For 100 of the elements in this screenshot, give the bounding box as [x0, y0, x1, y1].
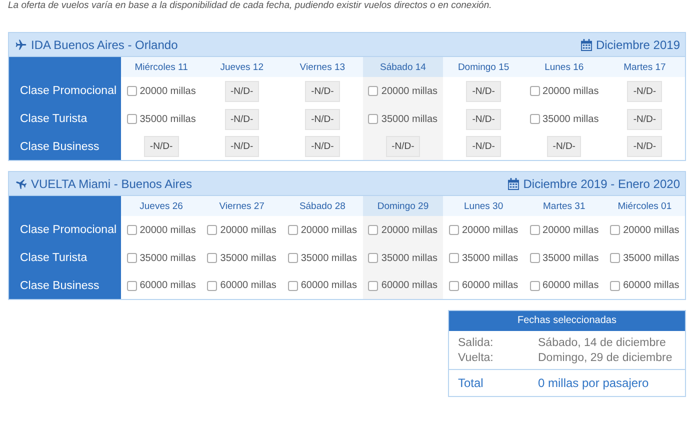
checkbox[interactable]: [448, 280, 459, 290]
checkbox[interactable]: [288, 253, 298, 263]
day-header[interactable]: Lunes 30: [443, 196, 524, 216]
checkbox[interactable]: [368, 114, 378, 124]
miles-label: 35000 millas: [300, 252, 357, 264]
miles-label: 35000 millas: [623, 252, 680, 264]
not-available-badge: -N/D-: [305, 80, 340, 102]
checkbox[interactable]: [368, 225, 378, 235]
date-range: Diciembre 2019 - Enero 2020: [523, 176, 680, 190]
calendar-icon: [508, 178, 520, 190]
miles-label: 35000 millas: [542, 114, 599, 124]
checkbox[interactable]: [610, 225, 620, 235]
miles-label: 20000 millas: [140, 224, 196, 236]
checkbox[interactable]: [448, 225, 459, 235]
miles-label: 35000 millas: [140, 252, 196, 264]
fare-class-label: Clase Promocional: [9, 216, 121, 244]
day-header[interactable]: Sábado 14: [362, 57, 444, 77]
not-available-badge: -N/D-: [466, 80, 501, 102]
date-range: Diciembre 2019: [596, 38, 680, 52]
not-available-badge: -N/D-: [305, 136, 340, 157]
checkbox[interactable]: [530, 253, 540, 263]
checkbox[interactable]: [207, 280, 218, 290]
airplane-icon: [15, 38, 27, 50]
fare-class-label: Clase Turista: [9, 105, 121, 133]
summary-label: Vuelta:: [458, 352, 494, 364]
miles-label: 35000 millas: [140, 114, 196, 124]
day-header[interactable]: Lunes 16: [524, 57, 604, 77]
route-title: VUELTA Miami - Buenos Aires: [31, 176, 192, 190]
day-header[interactable]: Jueves 12: [202, 57, 282, 77]
total-label: Total: [458, 376, 484, 390]
checkbox[interactable]: [126, 86, 137, 96]
miles-label: 20000 millas: [462, 224, 518, 236]
miles-label: 60000 millas: [542, 280, 599, 291]
summary-value: Sábado, 14 de diciembre: [538, 337, 667, 349]
not-available-badge: -N/D-: [466, 108, 501, 130]
day-header[interactable]: Sábado 28: [282, 196, 363, 216]
checkbox[interactable]: [368, 86, 378, 96]
day-header[interactable]: Martes 31: [524, 196, 604, 216]
day-header[interactable]: Miércoles 01: [604, 196, 685, 216]
checkbox[interactable]: [126, 253, 137, 263]
day-header[interactable]: Viernes 27: [202, 196, 282, 216]
checkbox[interactable]: [530, 225, 540, 235]
miles-label: 20000 millas: [623, 224, 680, 236]
not-available-badge: -N/D-: [466, 136, 501, 157]
not-available-badge: -N/D-: [224, 80, 260, 102]
day-header[interactable]: Domingo 15: [443, 57, 524, 77]
checkbox[interactable]: [530, 86, 540, 96]
miles-label: 20000 millas: [220, 224, 276, 236]
not-available-badge: -N/D-: [224, 136, 260, 157]
checkbox[interactable]: [207, 253, 218, 263]
not-available-badge: -N/D-: [627, 136, 662, 157]
checkbox[interactable]: [530, 114, 540, 124]
total-value: 0 millas por pasajero: [538, 376, 650, 390]
miles-label: 35000 millas: [462, 252, 518, 264]
not-available-badge: -N/D-: [627, 108, 662, 130]
miles-label: 20000 millas: [300, 224, 357, 236]
checkbox[interactable]: [610, 253, 620, 263]
checkbox[interactable]: [207, 225, 218, 235]
miles-label: 60000 millas: [300, 280, 357, 291]
day-header[interactable]: Martes 17: [604, 57, 685, 77]
summary-value: Domingo, 29 de diciembre: [538, 352, 674, 364]
fare-class-label: Clase Turista: [9, 244, 121, 272]
checkbox[interactable]: [288, 225, 298, 235]
day-header[interactable]: Jueves 26: [121, 196, 202, 216]
checkbox[interactable]: [126, 225, 137, 235]
checkbox[interactable]: [530, 280, 540, 290]
miles-label: 60000 millas: [220, 280, 276, 291]
checkbox[interactable]: [448, 253, 459, 263]
summary-title: Fechas seleccionadas: [449, 311, 685, 331]
calendar-icon: [580, 38, 592, 50]
checkbox[interactable]: [126, 280, 137, 290]
checkbox[interactable]: [368, 280, 378, 290]
miles-label: 20000 millas: [381, 224, 438, 236]
miles-label: 35000 millas: [542, 252, 599, 264]
not-available-badge: -N/D-: [627, 80, 662, 102]
miles-label: 35000 millas: [381, 114, 438, 124]
not-available-badge: -N/D-: [546, 136, 582, 157]
checkbox[interactable]: [368, 253, 378, 263]
miles-label: 35000 millas: [220, 252, 276, 264]
checkbox[interactable]: [610, 280, 620, 290]
not-available-badge: -N/D-: [144, 136, 179, 157]
miles-label: 60000 millas: [381, 280, 438, 291]
fare-class-label: Clase Business: [9, 272, 121, 299]
checkbox[interactable]: [288, 280, 298, 290]
miles-label: 20000 millas: [542, 86, 599, 96]
not-available-badge: -N/D-: [224, 108, 260, 130]
miles-label: 20000 millas: [381, 86, 438, 96]
miles-label: 35000 millas: [381, 252, 438, 264]
fare-class-label: Clase Business: [9, 133, 121, 160]
intro-note: La oferta de vuelos varía en base a la disponibilidad de cada fecha, pudiendo existir vuelos directos o en conexión.: [8, 0, 493, 11]
day-header[interactable]: Viernes 13: [282, 57, 363, 77]
day-header[interactable]: Miércoles 11: [121, 57, 202, 77]
summary-label: Salida:: [458, 337, 494, 349]
route-title: IDA Buenos Aires - Orlando: [31, 38, 178, 52]
day-header[interactable]: Domingo 29: [362, 196, 444, 216]
miles-label: 60000 millas: [623, 280, 680, 291]
miles-label: 60000 millas: [462, 280, 518, 291]
fare-class-label: Clase Promocional: [9, 77, 121, 105]
checkbox[interactable]: [126, 114, 137, 124]
miles-label: 60000 millas: [140, 280, 196, 291]
